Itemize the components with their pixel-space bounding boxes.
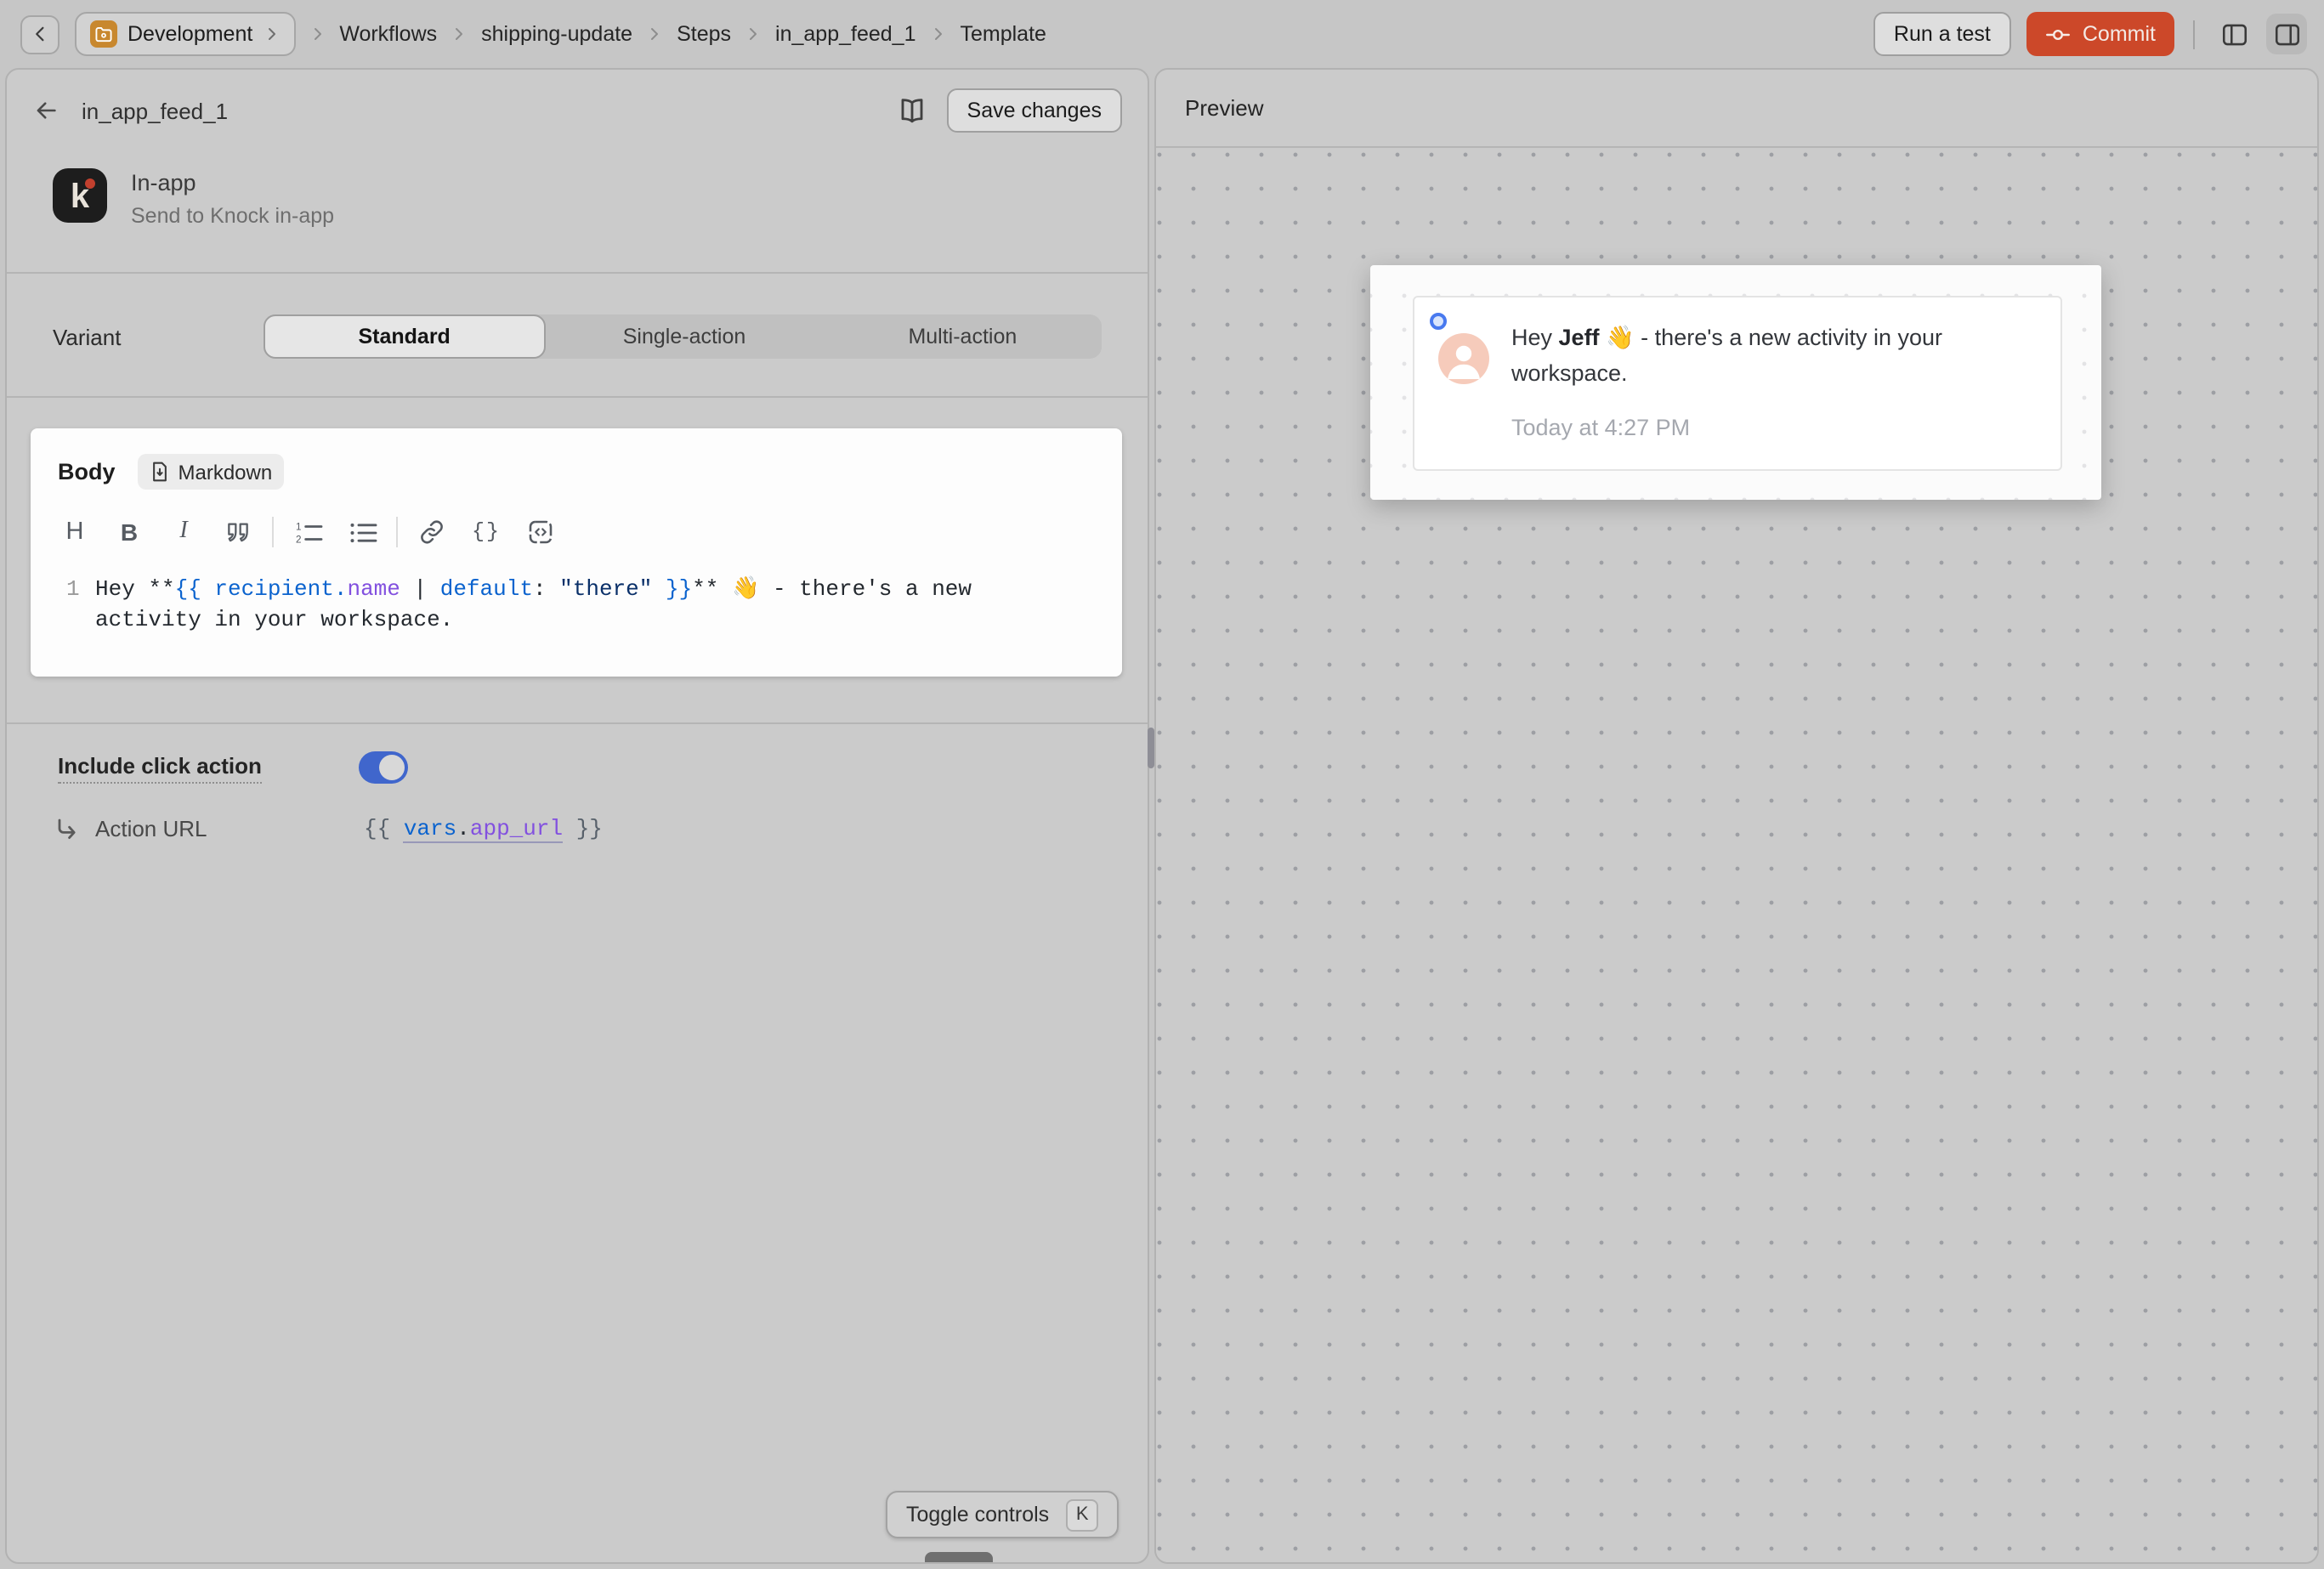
panel-resize-handle[interactable] bbox=[1148, 728, 1154, 768]
template-editor-panel: in_app_feed_1 Save changes k In-app Send… bbox=[5, 68, 1149, 1564]
toggle-right-panel-button[interactable] bbox=[2266, 14, 2307, 54]
bullet-list-icon[interactable] bbox=[345, 519, 379, 545]
include-click-action-label: Include click action bbox=[58, 752, 262, 783]
feed-preview-container: Hey Jeff 👋 - there's a new activity in y… bbox=[1370, 265, 2101, 500]
breadcrumb-item-Steps[interactable]: Steps bbox=[677, 22, 731, 46]
chevron-right-icon bbox=[646, 25, 663, 42]
svg-text:1: 1 bbox=[295, 521, 300, 532]
back-chevron-icon bbox=[30, 24, 50, 44]
preview-title: Preview bbox=[1185, 95, 1264, 121]
knock-logo-icon: k bbox=[53, 168, 107, 223]
notification-timestamp: Today at 4:27 PM bbox=[1511, 415, 1690, 440]
include-click-action-toggle[interactable] bbox=[359, 751, 408, 784]
quote-icon[interactable] bbox=[221, 520, 255, 544]
body-label: Body bbox=[58, 459, 116, 484]
preview-header: Preview bbox=[1156, 70, 2317, 148]
breadcrumb-item-Workflows[interactable]: Workflows bbox=[339, 22, 437, 46]
breadcrumb: Workflows shipping-update Steps in_app_feed… bbox=[295, 22, 1046, 46]
keyboard-shortcut-key: K bbox=[1066, 1498, 1098, 1531]
breadcrumb-item-Template[interactable]: Template bbox=[961, 22, 1046, 46]
toolbar-divider bbox=[2193, 20, 2195, 48]
back-button[interactable] bbox=[20, 14, 60, 54]
notification-card[interactable]: Hey Jeff 👋 - there's a new activity in y… bbox=[1413, 296, 2062, 471]
variant-option-single-action[interactable]: Single-action bbox=[545, 314, 823, 359]
variant-label: Variant bbox=[53, 324, 264, 349]
environment-label: Development bbox=[128, 22, 252, 46]
chevron-right-icon bbox=[451, 25, 468, 42]
code-editor[interactable]: 1 Hey **{{ recipient.name | default: "th… bbox=[58, 575, 1095, 636]
heading-icon[interactable]: H bbox=[58, 518, 92, 546]
unread-indicator bbox=[1430, 313, 1447, 330]
action-url-label: Action URL bbox=[95, 816, 274, 841]
back-arrow-icon[interactable] bbox=[32, 97, 60, 124]
braces-icon[interactable]: {} bbox=[469, 520, 503, 544]
variant-row: Variant StandardSingle-actionMulti-actio… bbox=[7, 314, 1148, 359]
section-divider bbox=[7, 722, 1148, 724]
channel-subtitle: Send to Knock in-app bbox=[131, 204, 334, 228]
notification-message: Hey Jeff 👋 - there's a new activity in y… bbox=[1511, 320, 2032, 391]
toggle-left-panel-button[interactable] bbox=[2213, 14, 2254, 54]
top-bar: Development Workflows shipping-update Step… bbox=[0, 0, 2324, 68]
breadcrumb-item-shipping-update[interactable]: shipping-update bbox=[481, 22, 632, 46]
recipient-name: Jeff bbox=[1559, 325, 1600, 350]
chevron-right-icon bbox=[263, 25, 280, 42]
panel-right-icon bbox=[2272, 20, 2301, 48]
markdown-format-badge[interactable]: Markdown bbox=[138, 454, 285, 490]
top-bar-actions: Run a test Commit bbox=[1873, 12, 2307, 56]
variant-segmented-control: StandardSingle-actionMulti-action bbox=[264, 314, 1102, 359]
channel-title: In-app bbox=[131, 170, 334, 195]
commit-button[interactable]: Commit bbox=[2026, 12, 2174, 56]
channel-info: k In-app Send to Knock in-app bbox=[7, 168, 1148, 228]
link-icon[interactable] bbox=[415, 518, 449, 546]
markdown-file-icon bbox=[150, 461, 170, 483]
variant-option-standard[interactable]: Standard bbox=[264, 314, 545, 359]
hidden-tooltip-peek bbox=[925, 1552, 993, 1564]
section-divider bbox=[7, 396, 1148, 398]
chevron-right-icon bbox=[309, 25, 326, 42]
breadcrumb-item-in_app_feed_1[interactable]: in_app_feed_1 bbox=[775, 22, 915, 46]
preview-panel: Preview Hey Jeff 👋 - there's a new activ… bbox=[1154, 68, 2319, 1564]
action-url-row: Action URL {{ vars.app_url }} bbox=[7, 816, 1148, 841]
corner-arrow-icon bbox=[54, 817, 78, 841]
body-editor-card: Body Markdown H B I bbox=[31, 428, 1122, 677]
step-name: in_app_feed_1 bbox=[82, 98, 228, 123]
section-divider bbox=[7, 272, 1148, 274]
chevron-right-icon bbox=[745, 25, 762, 42]
git-commit-icon bbox=[2045, 21, 2071, 47]
line-number: 1 bbox=[58, 575, 95, 636]
toggle-controls-button[interactable]: Toggle controls K bbox=[886, 1491, 1119, 1538]
code-block-icon[interactable] bbox=[524, 518, 558, 546]
action-url-value[interactable]: {{ vars.app_url }} bbox=[364, 816, 603, 841]
commit-label: Commit bbox=[2083, 22, 2156, 46]
open-book-icon[interactable] bbox=[896, 94, 928, 127]
chevron-right-icon bbox=[930, 25, 947, 42]
avatar bbox=[1438, 333, 1489, 384]
environment-switcher[interactable]: Development bbox=[75, 12, 295, 56]
variant-option-multi-action[interactable]: Multi-action bbox=[824, 314, 1102, 359]
preview-canvas: Hey Jeff 👋 - there's a new activity in y… bbox=[1156, 148, 2317, 1562]
editor-header: in_app_feed_1 Save changes bbox=[7, 70, 1148, 151]
bold-icon[interactable]: B bbox=[112, 518, 146, 546]
run-a-test-button[interactable]: Run a test bbox=[1873, 12, 2011, 56]
editor-toolbar: H B I 12 bbox=[58, 517, 1095, 547]
panel-left-icon bbox=[2219, 20, 2248, 48]
ordered-list-icon[interactable]: 12 bbox=[291, 519, 325, 545]
include-click-action-row: Include click action bbox=[7, 751, 1148, 784]
environment-folder-icon bbox=[90, 20, 117, 48]
app-window: Development Workflows shipping-update Step… bbox=[0, 0, 2324, 1569]
italic-icon[interactable]: I bbox=[167, 518, 201, 546]
svg-text:2: 2 bbox=[295, 534, 300, 545]
markdown-badge-label: Markdown bbox=[179, 460, 273, 484]
template-code-line[interactable]: Hey **{{ recipient.name | default: "ther… bbox=[95, 575, 972, 636]
save-changes-button[interactable]: Save changes bbox=[947, 88, 1122, 133]
